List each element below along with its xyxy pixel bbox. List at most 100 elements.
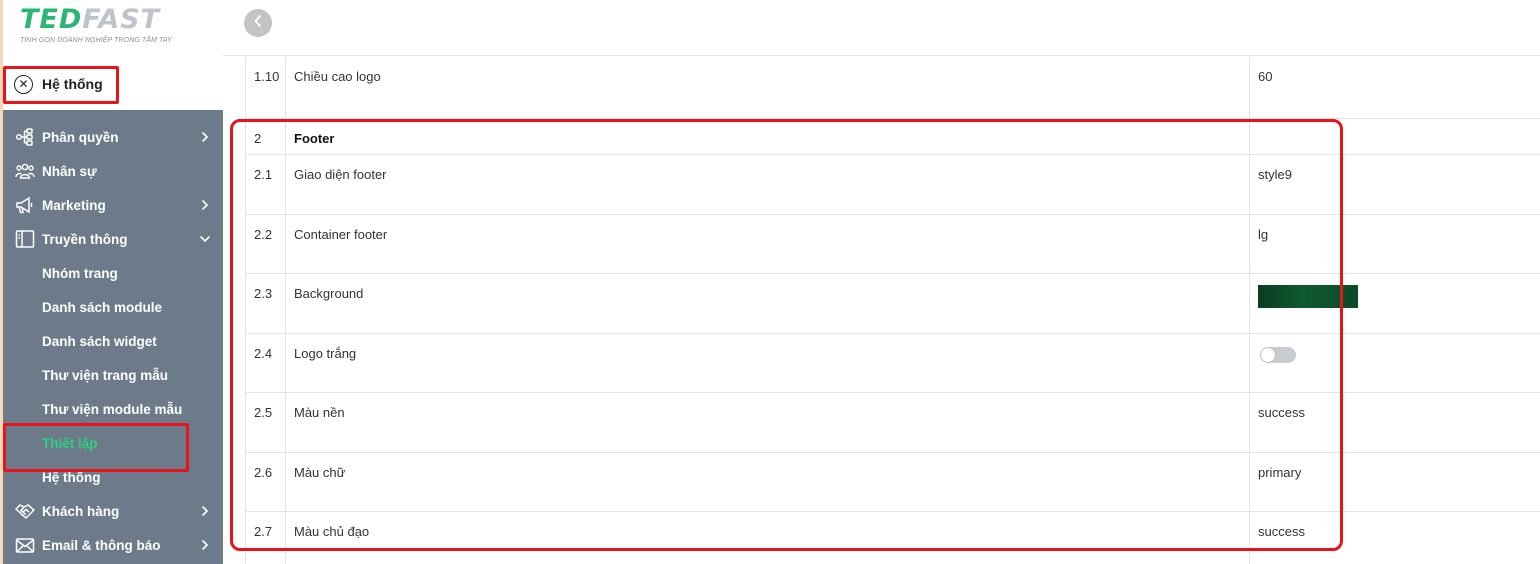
row-number-cell: 2.1 bbox=[245, 155, 286, 214]
sidebar-item-phan-quyen[interactable]: Phân quyền bbox=[3, 120, 223, 154]
row-value-cell[interactable]: 60 bbox=[1250, 57, 1540, 118]
sidebar-item-label: Nhân sự bbox=[42, 163, 97, 179]
sidebar-subitem-label: Hệ thống bbox=[42, 469, 101, 485]
row-name-cell: Container footer bbox=[286, 215, 1250, 273]
sidebar-item-khach-hang[interactable]: Khách hàng bbox=[3, 494, 223, 528]
share-nodes-icon bbox=[14, 127, 36, 147]
row-value-cell[interactable]: primary bbox=[1250, 453, 1540, 511]
table-row: 2.3 Background bbox=[245, 274, 1540, 334]
sidebar-subitem-thiet-lap[interactable]: Thiết lập bbox=[3, 426, 223, 460]
sidebar-subitem-label: Thiết lập bbox=[42, 435, 98, 451]
brand-logo[interactable]: TEDFAST TINH GỌN DOANH NGHIỆP TRONG TẦM … bbox=[20, 6, 210, 48]
row-number: 2.2 bbox=[254, 227, 273, 242]
row-name-cell: Footer bbox=[286, 119, 1250, 154]
sidebar-subitem-label: Nhóm trang bbox=[42, 265, 118, 281]
row-name: Chiều cao logo bbox=[294, 69, 381, 84]
section-title: Footer bbox=[294, 131, 335, 146]
table-row: 2.1 Giao diện footer style9 bbox=[245, 155, 1540, 215]
table-row: 2.5 Màu nền success bbox=[245, 393, 1540, 453]
row-name: Background bbox=[294, 286, 364, 301]
chevron-right-icon bbox=[199, 131, 211, 143]
sidebar-item-label: Truyền thông bbox=[42, 231, 128, 247]
megaphone-icon bbox=[14, 195, 36, 215]
top-bar bbox=[223, 0, 1540, 56]
row-name-cell: Màu chủ đạo bbox=[286, 512, 1250, 564]
sidebar-subitem-nhom-trang[interactable]: Nhóm trang bbox=[3, 256, 223, 290]
row-name-cell: Màu chữ bbox=[286, 453, 1250, 511]
sidebar-subitem-label: Danh sách module bbox=[42, 299, 163, 315]
mail-icon bbox=[14, 535, 36, 555]
row-value: 60 bbox=[1258, 69, 1273, 84]
row-number-cell: 2.2 bbox=[245, 215, 286, 273]
color-swatch[interactable] bbox=[1258, 285, 1358, 308]
row-number-cell: 2.6 bbox=[245, 453, 286, 511]
logo-text-ted: TED bbox=[20, 4, 83, 35]
sidebar-subitem-label: Thư viện trang mẫu bbox=[42, 367, 169, 383]
row-value-cell[interactable]: lg bbox=[1250, 215, 1540, 273]
row-number: 1.10 bbox=[254, 69, 280, 84]
sidebar-menu: Phân quyền Nhân sự Marketing Truyền thôn… bbox=[3, 110, 223, 564]
row-number-cell: 2.5 bbox=[245, 393, 286, 452]
row-number: 2.1 bbox=[254, 167, 273, 182]
chevron-down-icon bbox=[199, 233, 211, 245]
sidebar: TEDFAST TINH GỌN DOANH NGHIỆP TRONG TẦM … bbox=[0, 0, 223, 564]
row-name: Màu chữ bbox=[294, 465, 346, 480]
sidebar-item-label: Marketing bbox=[42, 197, 106, 213]
toggle-knob bbox=[1261, 348, 1275, 362]
logo-white-toggle[interactable] bbox=[1260, 347, 1296, 363]
row-number-cell: 1.10 bbox=[245, 57, 286, 118]
close-circle-icon: ✕ bbox=[14, 74, 33, 94]
sidebar-item-label: Email & thông báo bbox=[42, 537, 161, 553]
table-row: 2.6 Màu chữ primary bbox=[245, 453, 1540, 512]
row-name: Màu chủ đạo bbox=[294, 524, 370, 539]
row-value-cell[interactable]: success bbox=[1250, 393, 1540, 452]
row-number-cell: 2 bbox=[245, 119, 286, 154]
row-value: lg bbox=[1258, 227, 1269, 242]
row-value: primary bbox=[1258, 465, 1302, 480]
sidebar-item-nhan-su[interactable]: Nhân sự bbox=[3, 154, 223, 188]
row-number-cell: 2.3 bbox=[245, 274, 286, 333]
sidebar-item-email-thong-bao[interactable]: Email & thông báo bbox=[3, 528, 223, 562]
sidebar-item-truyen-thong[interactable]: Truyền thông bbox=[3, 222, 223, 256]
sidebar-subitem-he-thong[interactable]: Hệ thống bbox=[3, 460, 223, 494]
row-value-cell bbox=[1250, 119, 1540, 154]
logo-wordmark: TEDFAST bbox=[20, 6, 210, 34]
sidebar-item-marketing[interactable]: Marketing bbox=[3, 188, 223, 222]
sidebar-subitem-label: Thư viện module mẫu bbox=[42, 401, 183, 417]
back-button[interactable] bbox=[244, 9, 272, 37]
row-value-cell bbox=[1250, 334, 1540, 392]
row-name: Container footer bbox=[294, 227, 388, 242]
table-row: 2.4 Logo trắng bbox=[245, 334, 1540, 393]
chevron-right-icon bbox=[199, 539, 211, 551]
row-value-cell[interactable]: style9 bbox=[1250, 155, 1540, 214]
row-number: 2.7 bbox=[254, 524, 273, 539]
row-name-cell: Giao diện footer bbox=[286, 155, 1250, 214]
sidebar-subitem-danh-sach-widget[interactable]: Danh sách widget bbox=[3, 324, 223, 358]
sidebar-item-label: Phân quyền bbox=[42, 129, 119, 145]
sidebar-subitem-danh-sach-module[interactable]: Danh sách module bbox=[3, 290, 223, 324]
logo-tagline: TINH GỌN DOANH NGHIỆP TRONG TẦM TAY bbox=[20, 37, 172, 44]
row-number: 2.3 bbox=[254, 286, 273, 301]
logo-text-fast: FAST bbox=[82, 4, 161, 35]
table-row: 1.10 Chiều cao logo 60 bbox=[245, 57, 1540, 119]
row-number-cell: 2.7 bbox=[245, 512, 286, 564]
chevron-left-icon bbox=[253, 14, 263, 33]
chevron-right-icon bbox=[199, 199, 211, 211]
row-value-cell[interactable]: success bbox=[1250, 512, 1540, 564]
table-row: 2.7 Màu chủ đạo success bbox=[245, 512, 1540, 564]
row-name-cell: Background bbox=[286, 274, 1250, 333]
sidebar-subitem-thu-vien-trang-mau[interactable]: Thư viện trang mẫu bbox=[3, 358, 223, 392]
row-number: 2.5 bbox=[254, 405, 273, 420]
row-name: Logo trắng bbox=[294, 346, 357, 361]
table-section-row: 2 Footer bbox=[245, 119, 1540, 155]
layout-icon bbox=[14, 229, 36, 249]
row-name-cell: Logo trắng bbox=[286, 334, 1250, 392]
sidebar-subitem-thu-vien-module-mau[interactable]: Thư viện module mẫu bbox=[3, 392, 223, 426]
row-name: Màu nền bbox=[294, 405, 345, 420]
system-menu-toggle[interactable]: ✕ Hệ thống bbox=[14, 72, 103, 96]
row-name-cell: Màu nền bbox=[286, 393, 1250, 452]
handshake-icon bbox=[14, 501, 36, 521]
row-name-cell: Chiều cao logo bbox=[286, 57, 1250, 118]
app-root: TEDFAST TINH GỌN DOANH NGHIỆP TRONG TẦM … bbox=[0, 0, 1540, 564]
row-number: 2.4 bbox=[254, 346, 273, 361]
